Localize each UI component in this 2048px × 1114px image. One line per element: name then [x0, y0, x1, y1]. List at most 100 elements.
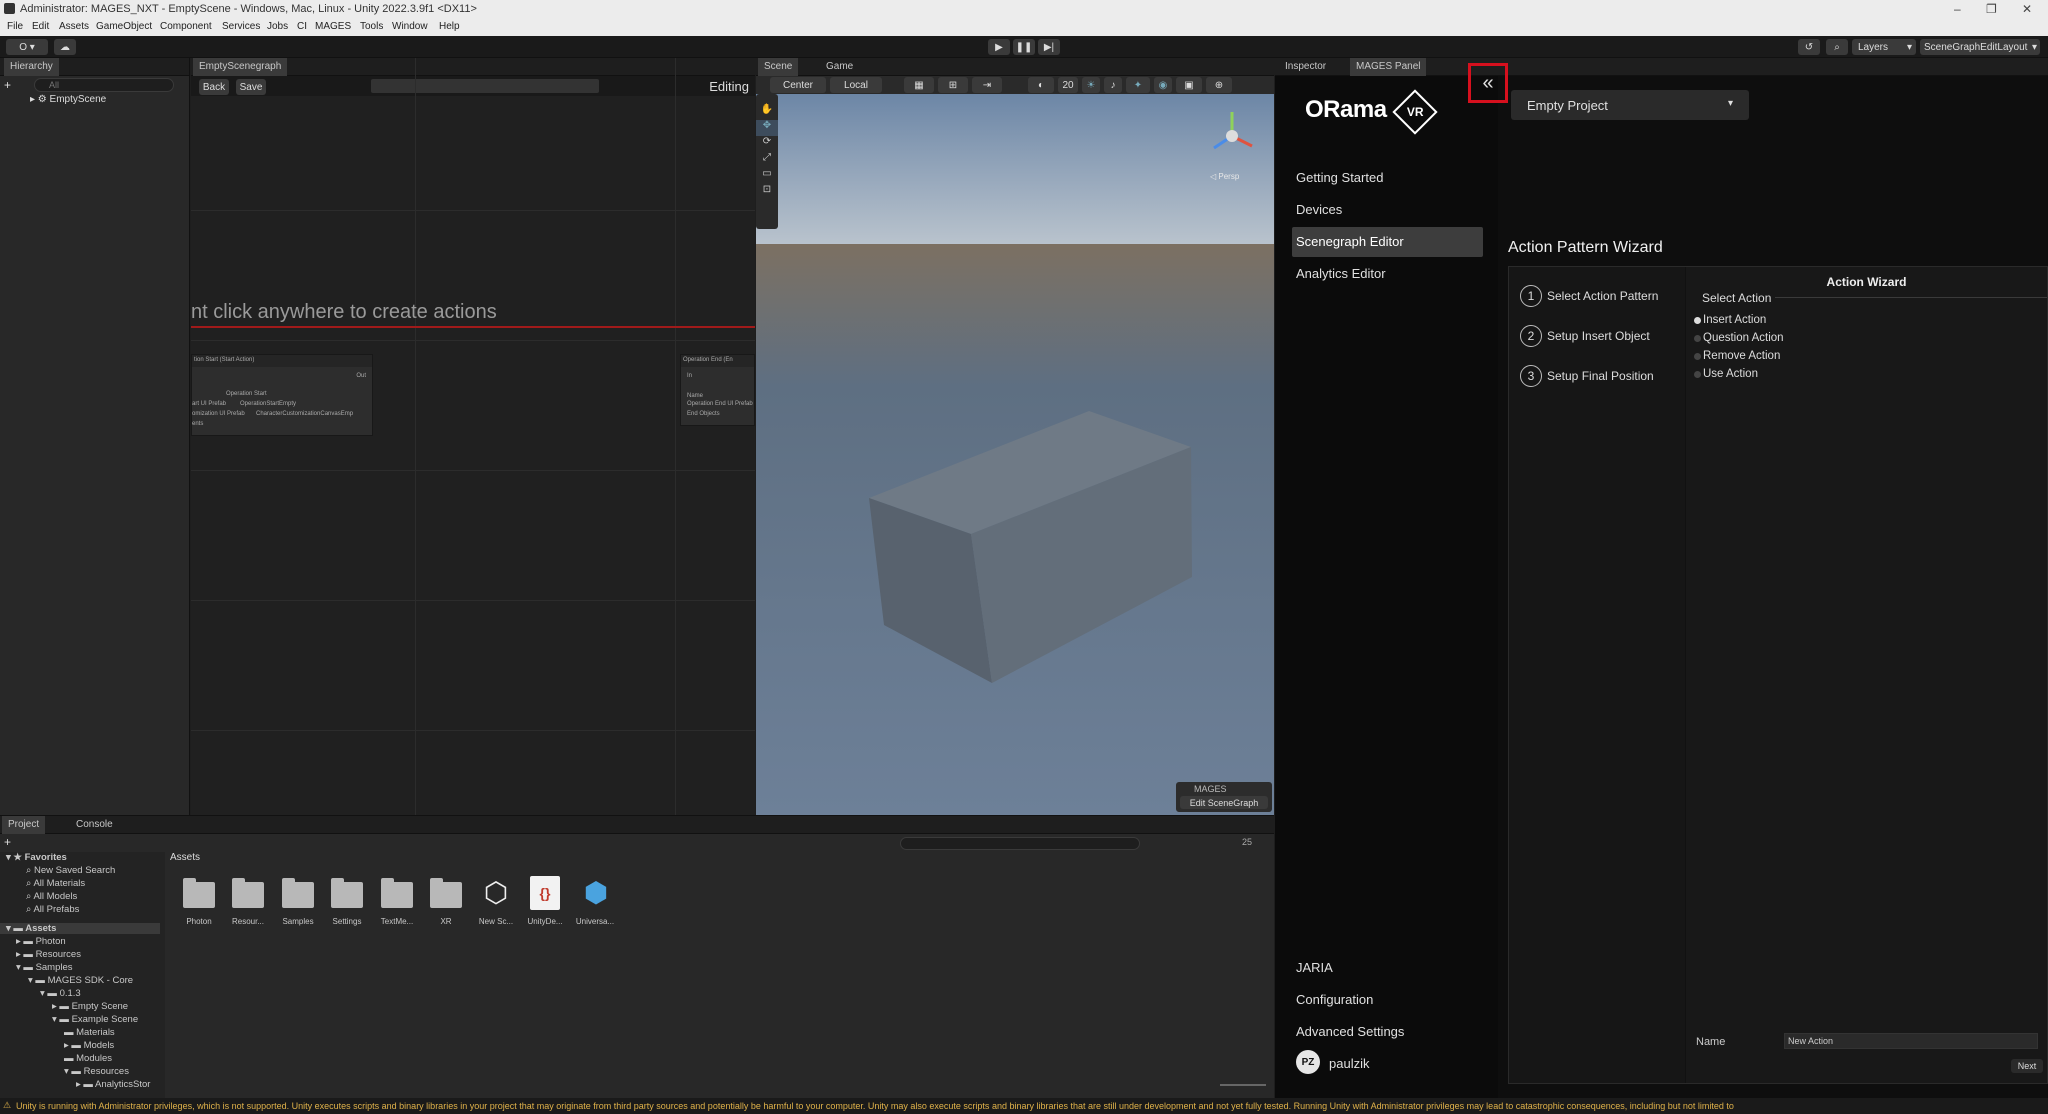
menu-component[interactable]: Component — [160, 21, 212, 32]
back-button[interactable]: Back — [199, 79, 229, 95]
history-icon[interactable]: ↺ — [1798, 39, 1820, 55]
radio-insert-action[interactable] — [1694, 317, 1701, 324]
audio-icon[interactable]: ♪ — [1104, 77, 1122, 93]
add-icon[interactable]: + — [4, 78, 18, 92]
hidden-count-badge[interactable]: 25 — [1242, 837, 1252, 847]
folder-icon[interactable] — [282, 878, 314, 908]
lighting-icon[interactable]: ☀ — [1082, 77, 1100, 93]
node-field-value[interactable]: CharacterCustomizationCanvasEmp — [256, 411, 353, 417]
pause-icon[interactable]: ❚❚ — [1013, 39, 1035, 55]
nav-jaria[interactable]: JARIA — [1296, 960, 1333, 975]
avatar[interactable]: PZ — [1296, 1050, 1320, 1074]
cloud-icon[interactable]: ☁ — [54, 39, 76, 55]
tree-item[interactable]: ▸ ▬ Resources — [16, 949, 81, 960]
tree-item[interactable]: ▸ ▬ Models — [64, 1040, 114, 1051]
json-file-icon[interactable]: {} — [530, 876, 560, 910]
add-icon[interactable]: + — [4, 835, 11, 849]
nav-getting-started[interactable]: Getting Started — [1296, 170, 1383, 185]
favorites-header[interactable]: ▾ ★ Favorites — [6, 852, 67, 863]
menu-tools[interactable]: Tools — [360, 21, 383, 32]
next-button[interactable]: Next — [2011, 1059, 2043, 1073]
radio-use-action[interactable] — [1694, 371, 1701, 378]
node-in-port[interactable]: In — [687, 373, 692, 379]
gizmos-icon[interactable]: ⊕ — [1206, 77, 1232, 93]
step-icon[interactable]: ▶| — [1038, 39, 1060, 55]
favorite-item[interactable]: ⌕ New Saved Search — [26, 865, 115, 876]
snap-icon[interactable]: ⊞ — [938, 77, 968, 93]
layers-dropdown[interactable]: Layers ▾ — [1852, 39, 1916, 55]
action-option-question[interactable]: Question Action — [1703, 332, 1784, 344]
step-label[interactable]: Setup Insert Object — [1547, 329, 1650, 343]
space-dropdown[interactable]: Local — [830, 77, 882, 93]
nav-analytics-editor[interactable]: Analytics Editor — [1296, 266, 1386, 281]
pivot-dropdown[interactable]: Center — [770, 77, 826, 93]
tree-item[interactable]: ▾ ▬ Resources — [64, 1066, 129, 1077]
tab-project[interactable]: Project — [2, 816, 46, 834]
tree-item[interactable]: ▾ ▬ MAGES SDK - Core — [28, 975, 133, 986]
play-icon[interactable]: ▶ — [988, 39, 1010, 55]
scenegraph-search-input[interactable] — [371, 79, 599, 93]
menu-mages[interactable]: MAGES — [315, 21, 351, 32]
scene-view[interactable]: Scene Game Center Local ▦ ⊞ ⇥ ◐ 20 ☀ ♪ ✦… — [756, 58, 1274, 815]
node-field-value[interactable]: OperationStartEmpty — [240, 401, 296, 407]
folder-icon[interactable] — [183, 878, 215, 908]
minimize-icon[interactable]: – — [1954, 2, 1961, 16]
tab-hierarchy[interactable]: Hierarchy — [4, 58, 59, 76]
tree-item[interactable]: ▾ ▬ Samples — [16, 962, 73, 973]
favorite-item[interactable]: ⌕ All Materials — [26, 878, 85, 889]
hierarchy-search-input[interactable] — [34, 78, 174, 92]
rect-tool-icon[interactable]: ▭ — [756, 168, 778, 184]
tab-inspector[interactable]: Inspector — [1279, 58, 1332, 76]
collapse-sidebar-button[interactable]: « — [1468, 63, 1508, 103]
view-tool-icon[interactable]: ✋ — [756, 104, 778, 120]
increment-icon[interactable]: ⇥ — [972, 77, 1002, 93]
favorite-item[interactable]: ⌕ All Prefabs — [26, 904, 79, 915]
camera-icon[interactable]: ▣ — [1176, 77, 1202, 93]
menu-jobs[interactable]: Jobs — [267, 21, 288, 32]
tab-mages-panel[interactable]: MAGES Panel — [1350, 58, 1427, 76]
user-name[interactable]: paulzik — [1329, 1056, 1369, 1071]
tree-item[interactable]: ▾ ▬ 0.1.3 — [40, 988, 81, 999]
menu-ci[interactable]: CI — [297, 21, 307, 32]
edit-scenegraph-button[interactable]: Edit SceneGraph — [1180, 796, 1268, 809]
tree-item[interactable]: ▸ ▬ Photon — [16, 936, 66, 947]
operation-end-node[interactable]: Operation End (En In Name Operation End … — [680, 354, 755, 426]
zoom-slider[interactable] — [1220, 1084, 1266, 1086]
nav-devices[interactable]: Devices — [1296, 202, 1342, 217]
folder-icon[interactable] — [381, 878, 413, 908]
save-button[interactable]: Save — [236, 79, 266, 95]
tab-emptyscenegraph[interactable]: EmptyScenegraph — [193, 58, 288, 76]
menu-edit[interactable]: Edit — [32, 21, 49, 32]
action-option-remove[interactable]: Remove Action — [1703, 350, 1780, 362]
menu-assets[interactable]: Assets — [59, 21, 89, 32]
tree-item[interactable]: ▬ Modules — [64, 1053, 112, 1064]
radio-remove-action[interactable] — [1694, 353, 1701, 360]
menu-gameobject[interactable]: GameObject — [96, 21, 152, 32]
favorite-item[interactable]: ⌕ All Models — [26, 891, 77, 902]
tree-item[interactable]: ▸ ▬ AnalyticsStor — [76, 1079, 150, 1090]
search-icon[interactable]: ⌕ — [1826, 39, 1848, 55]
step-label[interactable]: Setup Final Position — [1547, 369, 1654, 383]
tree-item[interactable]: ▾ ▬ Example Scene — [52, 1014, 138, 1025]
scene-viewport[interactable] — [756, 94, 1274, 815]
action-option-insert[interactable]: Insert Action — [1703, 314, 1766, 326]
folder-icon[interactable] — [430, 878, 462, 908]
action-option-use[interactable]: Use Action — [1703, 368, 1758, 380]
tree-item-assets[interactable]: ▾ ▬ Assets — [0, 923, 160, 934]
menu-file[interactable]: File — [7, 21, 23, 32]
account-button[interactable]: O ▾ — [6, 39, 48, 55]
project-select[interactable]: Empty Project ▾ — [1511, 90, 1749, 120]
unity-scene-icon[interactable]: ⬡ — [479, 876, 513, 910]
action-name-input[interactable] — [1784, 1033, 2038, 1049]
layout-dropdown[interactable]: SceneGraphEditLayout ▾ — [1920, 39, 2040, 55]
tree-item[interactable]: ▸ ▬ Empty Scene — [52, 1001, 128, 1012]
scale-tool-icon[interactable]: ⤢ — [756, 152, 778, 168]
move-tool-icon[interactable]: ✥ — [756, 120, 778, 136]
tree-item[interactable]: ▬ Materials — [64, 1027, 115, 1038]
nav-scenegraph-editor[interactable]: Scenegraph Editor — [1292, 227, 1483, 257]
hierarchy-item-emptyscene[interactable]: ▸ ⚙ EmptyScene — [30, 94, 106, 105]
folder-icon[interactable] — [232, 878, 264, 908]
operation-start-node[interactable]: tion Start (Start Action) Out Operation … — [191, 354, 373, 436]
rotate-tool-icon[interactable]: ⟳ — [756, 136, 778, 152]
tab-game[interactable]: Game — [820, 58, 859, 76]
